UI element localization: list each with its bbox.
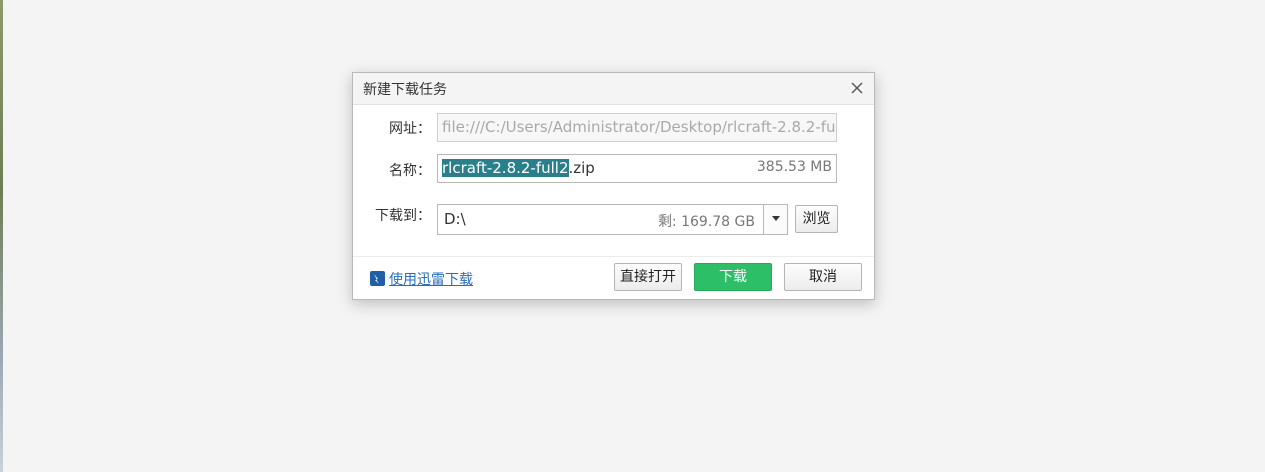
download-button[interactable]: 下载 (694, 263, 772, 291)
name-label: 名称： (389, 163, 431, 179)
new-download-dialog: 新建下载任务 网址： file:///C:/Users/Administrato… (352, 72, 875, 300)
filename-extension: .zip (568, 159, 595, 177)
footer-divider (353, 256, 874, 257)
dialog-title: 新建下载任务 (363, 82, 447, 98)
save-path-dropdown[interactable] (763, 205, 787, 234)
open-direct-button[interactable]: 直接打开 (614, 263, 682, 291)
use-thunder-link[interactable]: 使用迅雷下载 (389, 269, 473, 289)
cancel-button[interactable]: 取消 (784, 263, 862, 291)
dialog-titlebar: 新建下载任务 (353, 73, 874, 105)
free-space: 剩: 169.78 GB (657, 214, 755, 230)
desktop-edge (0, 0, 3, 472)
filename-text: rlcraft-2.8.2-full2.zip (442, 159, 595, 177)
thunder-icon (370, 271, 385, 286)
file-size: 385.53 MB (756, 159, 832, 175)
save-path-value: D:\ (444, 210, 466, 228)
filename-selected: rlcraft-2.8.2-full2 (442, 159, 569, 177)
url-label: 网址： (389, 121, 431, 137)
url-value: file:///C:/Users/Administrator/Desktop/r… (442, 118, 837, 136)
url-field[interactable]: file:///C:/Users/Administrator/Desktop/r… (437, 113, 837, 142)
save-path-select[interactable]: D:\ 剩: 169.78 GB (437, 204, 788, 235)
chevron-down-icon (772, 216, 780, 221)
save-to-label: 下载到： (375, 208, 431, 224)
close-icon[interactable] (848, 79, 866, 97)
filename-input[interactable]: rlcraft-2.8.2-full2.zip 385.53 MB (437, 154, 837, 183)
browse-button[interactable]: 浏览 (795, 205, 838, 233)
